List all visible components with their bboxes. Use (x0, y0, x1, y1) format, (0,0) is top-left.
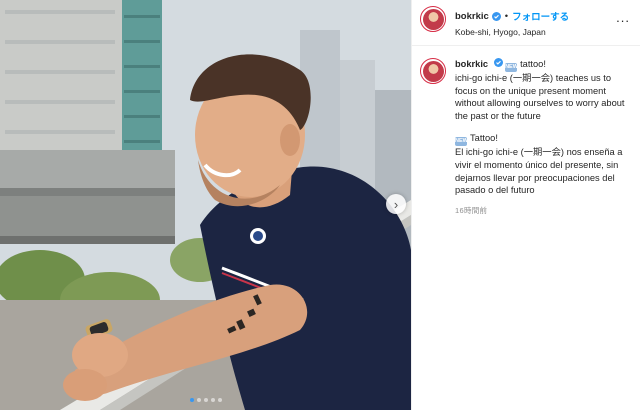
caption: bokrkic NEW tattoo! ichi-go ichi-e (一期一会) … (412, 46, 640, 217)
username-link[interactable]: bokrkic (455, 11, 489, 22)
post-header: bokrkic • フォローする Kobe-shi, Hyogo, Japan … (412, 0, 640, 46)
avatar[interactable] (420, 6, 446, 32)
carousel-dot (189, 398, 194, 402)
post-timestamp[interactable]: 16時間前 (455, 205, 625, 218)
avatar[interactable] (420, 58, 446, 84)
instagram-post: › bokrkic • フォローする Kobe-shi, Hyogo, Japa… (0, 0, 640, 410)
new-badge-icon: NEW (505, 63, 518, 72)
carousel-dot (210, 398, 215, 402)
post-side-panel: bokrkic • フォローする Kobe-shi, Hyogo, Japan … (411, 0, 640, 410)
carousel-next-button[interactable]: › (386, 194, 406, 214)
carousel-dots (0, 398, 411, 402)
carousel-dot (196, 398, 201, 402)
photo-illustration (0, 0, 411, 410)
caption-spanish-title: Tattoo! (470, 133, 498, 144)
more-options-icon[interactable]: ... (616, 10, 630, 25)
post-photo[interactable]: › (0, 0, 411, 410)
verified-badge-icon (491, 11, 501, 21)
carousel-dot (217, 398, 222, 402)
new-badge-icon: NEW (455, 137, 468, 147)
follow-button[interactable]: フォローする (512, 9, 569, 23)
caption-first-word: tattoo! (520, 59, 546, 69)
caption-english: ichi-go ichi-e (一期一会) teaches us to focu… (455, 73, 625, 121)
separator: • (504, 10, 509, 22)
chevron-right-icon: › (393, 196, 399, 212)
carousel-dot (203, 398, 208, 402)
verified-badge-icon (494, 58, 504, 67)
location-link[interactable]: Kobe-shi, Hyogo, Japan (455, 27, 569, 37)
caption-username-link[interactable]: bokrkic (455, 59, 488, 69)
caption-spanish: El ichi-go ichi-e (一期一会) nos enseña a vi… (455, 147, 623, 196)
